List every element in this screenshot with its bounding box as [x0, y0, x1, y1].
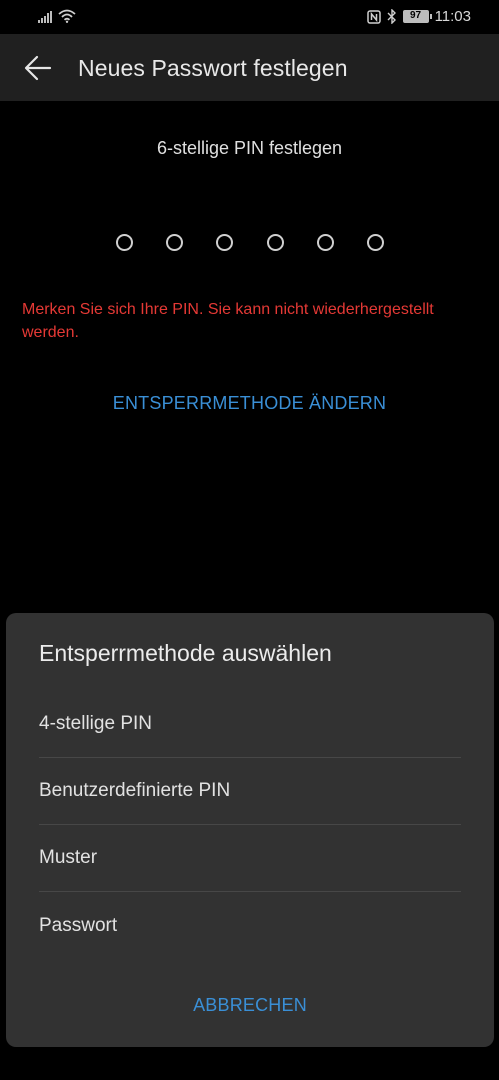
- status-bar: 97 11:03: [0, 0, 499, 34]
- battery-icon: 97: [402, 10, 432, 23]
- change-unlock-method-button[interactable]: ENTSPERRMETHODE ÄNDERN: [0, 393, 499, 414]
- page-title: Neues Passwort festlegen: [78, 55, 348, 81]
- unlock-method-list: 4-stellige PIN Benutzerdefinierte PIN Mu…: [39, 691, 461, 959]
- option-password[interactable]: Passwort: [39, 892, 461, 959]
- back-button[interactable]: [22, 52, 54, 84]
- arrow-left-icon: [24, 55, 52, 81]
- cancel-button[interactable]: ABBRECHEN: [6, 995, 494, 1016]
- pin-dot: [116, 234, 133, 251]
- wifi-icon: [58, 9, 76, 23]
- pin-warning: Merken Sie sich Ihre PIN. Sie kann nicht…: [22, 301, 434, 341]
- pin-dot: [266, 234, 284, 251]
- option-pattern[interactable]: Muster: [39, 825, 461, 892]
- pin-dot: [216, 234, 234, 251]
- bluetooth-icon: [387, 9, 396, 24]
- pin-dot: [166, 234, 184, 251]
- status-left: [38, 9, 76, 23]
- pin-dot: [366, 234, 384, 251]
- pin-dots[interactable]: [116, 234, 384, 252]
- unlock-method-sheet: Entsperrmethode auswählen 4-stellige PIN…: [6, 613, 494, 1047]
- sheet-title: Entsperrmethode auswählen: [39, 640, 332, 666]
- screen: 97 11:03 Neues Passwort festlegen 6-stel…: [0, 0, 499, 1080]
- pin-dot: [316, 234, 334, 251]
- status-time: 11:03: [434, 8, 471, 25]
- status-right: 97 11:03: [366, 8, 471, 25]
- nfc-icon: [366, 9, 381, 24]
- option-custom-pin[interactable]: Benutzerdefinierte PIN: [39, 758, 461, 825]
- pin-title: 6-stellige PIN festlegen: [156, 138, 343, 158]
- signal-icon: [38, 11, 52, 23]
- app-bar: Neues Passwort festlegen: [0, 34, 499, 101]
- option-4-digit-pin[interactable]: 4-stellige PIN: [39, 691, 461, 758]
